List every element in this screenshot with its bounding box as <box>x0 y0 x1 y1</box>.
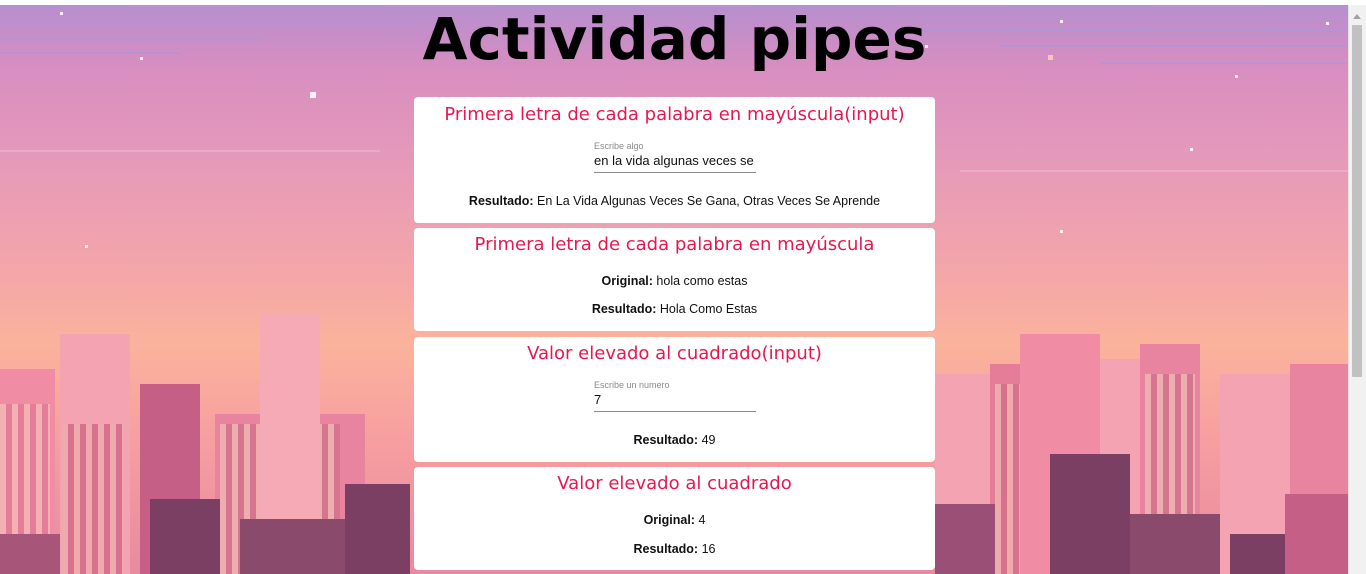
result-row: Resultado: 49 <box>414 433 935 447</box>
card-heading: Valor elevado al cuadrado <box>557 473 792 494</box>
square-card: Valor elevado al cuadrado Original: 4 Re… <box>414 467 935 570</box>
result-label: Resultado: <box>591 302 657 316</box>
capitalize-input-card: Primera letra de cada palabra en mayúscu… <box>414 97 935 223</box>
square-input-card: Valor elevado al cuadrado(input) Escribe… <box>414 337 935 462</box>
number-input[interactable] <box>594 390 756 412</box>
original-label: Original: <box>643 513 695 527</box>
result-value: 49 <box>701 433 716 447</box>
card-heading: Primera letra de cada palabra en mayúscu… <box>444 104 905 125</box>
result-row: Resultado: En La Vida Algunas Veces Se G… <box>414 194 935 208</box>
result-label: Resultado: <box>633 433 699 447</box>
result-value: Hola Como Estas <box>659 302 758 316</box>
number-field: Escribe un numero <box>594 380 756 412</box>
result-value: En La Vida Algunas Veces Se Gana, Otras … <box>537 194 881 208</box>
original-row: Original: hola como estas <box>414 274 935 288</box>
result-row: Resultado: Hola Como Estas <box>414 302 935 316</box>
vertical-scrollbar[interactable] <box>1348 5 1366 574</box>
text-field: Escribe algo <box>594 141 756 173</box>
field-label: Escribe un numero <box>594 380 670 390</box>
result-row: Resultado: 16 <box>414 542 935 556</box>
scrollbar-thumb[interactable] <box>1352 25 1362 377</box>
result-label: Resultado: <box>468 194 534 208</box>
original-value: hola como estas <box>656 274 748 288</box>
card-heading: Valor elevado al cuadrado(input) <box>527 343 822 364</box>
original-row: Original: 4 <box>414 513 935 527</box>
text-input[interactable] <box>594 151 756 173</box>
card-heading: Primera letra de cada palabra en mayúscu… <box>474 234 875 255</box>
scroll-up-arrow-icon[interactable] <box>1353 14 1361 19</box>
result-label: Resultado: <box>633 542 699 556</box>
field-label: Escribe algo <box>594 141 644 151</box>
original-value: 4 <box>698 513 706 527</box>
capitalize-card: Primera letra de cada palabra en mayúscu… <box>414 228 935 331</box>
original-label: Original: <box>601 274 653 288</box>
page-title: Actividad pipes <box>422 5 927 73</box>
result-value: 16 <box>701 542 716 556</box>
